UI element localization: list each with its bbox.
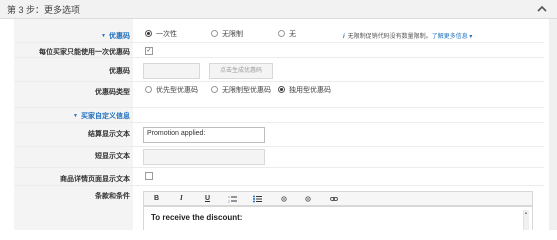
- page-scrollbar[interactable]: [549, 19, 557, 230]
- code-type-unlimited[interactable]: 无限制型优惠码: [211, 85, 272, 95]
- once-per-customer-checkbox[interactable]: ✓: [145, 47, 153, 55]
- italic-button[interactable]: I: [180, 194, 183, 203]
- promotion-more-options: 第 3 步：更多选项 ▼ 优惠码 一次性 无限制 无 i 无限制促销代码没有数量限制…: [0, 0, 557, 230]
- coupon-option-unlimited[interactable]: 无限制: [211, 29, 243, 39]
- code-type-label: 优惠码类型: [95, 89, 130, 96]
- row-divider: [14, 57, 544, 58]
- svg-text:1: 1: [228, 195, 230, 199]
- code-field-label: 优惠码: [109, 68, 130, 75]
- learn-more-link[interactable]: 了解更多信息 ▾: [432, 34, 473, 40]
- once-per-customer-label: 每位买家只能使用一次优惠码: [39, 49, 130, 56]
- code-type-unlimited-text: 无限制型优惠码: [222, 87, 271, 94]
- scroll-up-icon[interactable]: ▲: [524, 210, 528, 215]
- row-divider: [14, 107, 544, 108]
- custom-messages-label[interactable]: ▼ 买家自定义信息: [14, 111, 130, 121]
- bold-button[interactable]: B: [154, 194, 159, 203]
- unordered-list-icon[interactable]: [253, 195, 262, 203]
- indent-icon[interactable]: [281, 196, 287, 202]
- radio[interactable]: [278, 29, 285, 37]
- detail-page-display-label: 商品详情页面显示文本: [60, 176, 130, 183]
- svg-text:2: 2: [228, 200, 230, 204]
- editor-scrollbar[interactable]: ▲: [523, 210, 529, 230]
- short-display-input[interactable]: [143, 149, 265, 165]
- code-type-exclusive[interactable]: 独用型优惠码: [278, 85, 331, 95]
- row-divider: [14, 185, 544, 186]
- step-title: 第 3 步：更多选项: [7, 5, 81, 15]
- terms-label: 条款和条件: [95, 193, 130, 200]
- terms-content[interactable]: To receive the discount:: [151, 213, 242, 222]
- coupon-code-label[interactable]: ▼ 优惠码: [14, 31, 130, 41]
- underline-button[interactable]: U: [205, 194, 210, 203]
- row-divider: [14, 167, 544, 168]
- link-icon[interactable]: [330, 196, 338, 202]
- radio-selected[interactable]: [145, 29, 152, 37]
- radio[interactable]: [211, 29, 218, 37]
- checkout-display-input[interactable]: Promotion applied:: [143, 127, 265, 143]
- detail-page-display-checkbox[interactable]: [145, 172, 153, 180]
- row-divider: [14, 81, 544, 82]
- coupon-note: i 无限制促销代码没有数量限制。了解更多信息 ▾: [343, 34, 473, 40]
- row-divider: [14, 42, 544, 43]
- radio[interactable]: [211, 85, 218, 93]
- row-divider: [14, 146, 544, 147]
- coupon-option-once[interactable]: 一次性: [145, 29, 177, 39]
- radio-selected[interactable]: [278, 85, 285, 93]
- code-input[interactable]: [143, 63, 200, 79]
- expand-triangle-icon: ▼: [101, 33, 106, 39]
- row-divider: [14, 122, 544, 123]
- ordered-list-icon[interactable]: 1 2: [228, 195, 237, 203]
- expand-triangle-icon: ▼: [73, 113, 78, 119]
- generate-code-button[interactable]: 点击生成优惠码: [209, 63, 273, 79]
- checkout-display-label: 结算显示文本: [88, 131, 130, 138]
- step-header[interactable]: 第 3 步：更多选项: [0, 0, 557, 19]
- chevron-up-icon[interactable]: [536, 4, 548, 14]
- radio[interactable]: [145, 85, 152, 93]
- short-display-label: 短显示文本: [95, 153, 130, 160]
- terms-editor[interactable]: To receive the discount: ▲: [143, 206, 533, 230]
- outdent-icon[interactable]: [305, 196, 311, 202]
- code-type-priority[interactable]: 优先型优惠码: [145, 85, 198, 95]
- coupon-option-none[interactable]: 无: [278, 29, 296, 39]
- info-icon: i: [343, 34, 345, 40]
- editor-toolbar: B I U 1 2: [143, 191, 533, 206]
